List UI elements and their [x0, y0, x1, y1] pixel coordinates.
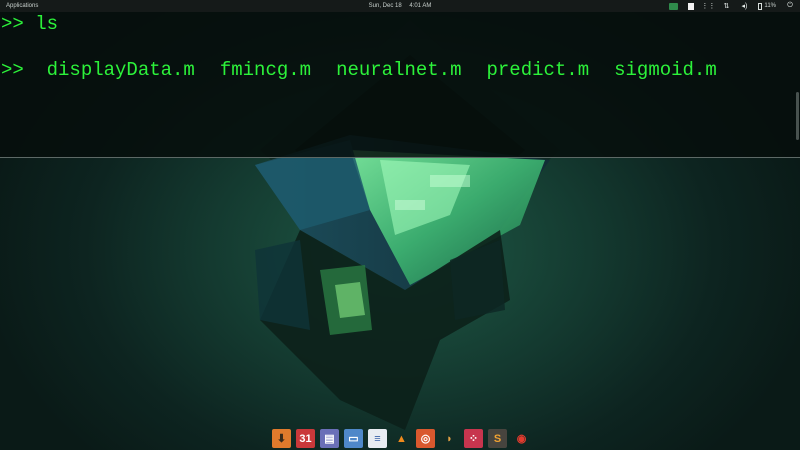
terminal-line-output: displayData.m fmincg.m neuralnet.m predict.…	[1, 36, 800, 81]
dock-item-calendar[interactable]: 31	[296, 429, 315, 448]
battery-percent: 11%	[764, 3, 776, 9]
dock: ⬇ 31 ▤ ▭ ≡ ▲ ◎ ◗ ⁘ S ◉	[268, 427, 535, 450]
peanut-icon: ◗	[446, 432, 453, 445]
dock-item-document[interactable]: ≡	[368, 429, 387, 448]
window-icon[interactable]	[688, 2, 695, 10]
file-name: fmincg.m	[219, 59, 312, 81]
file-manager-icon: ▤	[324, 433, 335, 445]
chrome-icon: ◉	[516, 433, 527, 445]
software-center-icon: ◎	[420, 433, 431, 445]
terminal-command: ls	[35, 13, 59, 35]
file-name: neuralnet.m	[336, 59, 462, 81]
power-icon[interactable]: ⏻	[786, 2, 794, 10]
document-icon: ≡	[374, 432, 381, 445]
dock-item-chrome[interactable]: ◉	[512, 429, 531, 448]
top-panel: Applications Sun, Dec 18 4:01 AM ⋮⋮ ⇅ ◂)…	[0, 0, 800, 12]
window-manager-icon: ▭	[348, 433, 359, 445]
terminal-prompt: >>	[1, 13, 24, 35]
dock-item-file-manager[interactable]: ▤	[320, 429, 339, 448]
clock-date[interactable]: Sun, Dec 18	[369, 3, 402, 9]
network-icon[interactable]: ⇅	[722, 2, 730, 10]
file-name: displayData.m	[46, 59, 195, 81]
file-name: predict.m	[486, 59, 590, 81]
grid-icon[interactable]: ⋮⋮	[701, 2, 715, 10]
terminal-line-command: >> ls	[1, 13, 800, 36]
battery-icon	[758, 2, 763, 10]
sublime-text-icon: S	[493, 432, 502, 445]
file-name: sigmoid.m	[614, 59, 717, 81]
applications-menu[interactable]: Applications	[6, 3, 38, 9]
dock-item-settings-dots[interactable]: ⁘	[464, 429, 483, 448]
system-tray: ⋮⋮ ⇅ ◂) 11% ⏻	[669, 0, 794, 12]
downloads-icon: ⬇	[276, 433, 287, 445]
volume-icon[interactable]: ◂)	[740, 2, 748, 10]
calendar-icon: 31	[299, 432, 312, 445]
terminal-window[interactable]: >> ls displayData.m fmincg.m neuralnet.m pr…	[0, 12, 800, 158]
clock-time[interactable]: 4:01 AM	[409, 3, 431, 9]
terminal-prompt: >>	[1, 59, 24, 81]
settings-dots-icon: ⁘	[468, 433, 479, 445]
dock-item-window-manager[interactable]: ▭	[344, 429, 363, 448]
vlc-icon: ▲	[396, 432, 407, 445]
dock-item-sublime-text[interactable]: S	[488, 429, 507, 448]
update-icon[interactable]	[669, 2, 679, 10]
battery-indicator[interactable]: 11%	[758, 2, 776, 10]
dock-item-software-center[interactable]: ◎	[416, 429, 435, 448]
terminal-scrollbar[interactable]	[796, 92, 799, 140]
dock-item-vlc[interactable]: ▲	[392, 429, 411, 448]
dock-item-downloads[interactable]: ⬇	[272, 429, 291, 448]
dock-item-peanut[interactable]: ◗	[440, 429, 459, 448]
